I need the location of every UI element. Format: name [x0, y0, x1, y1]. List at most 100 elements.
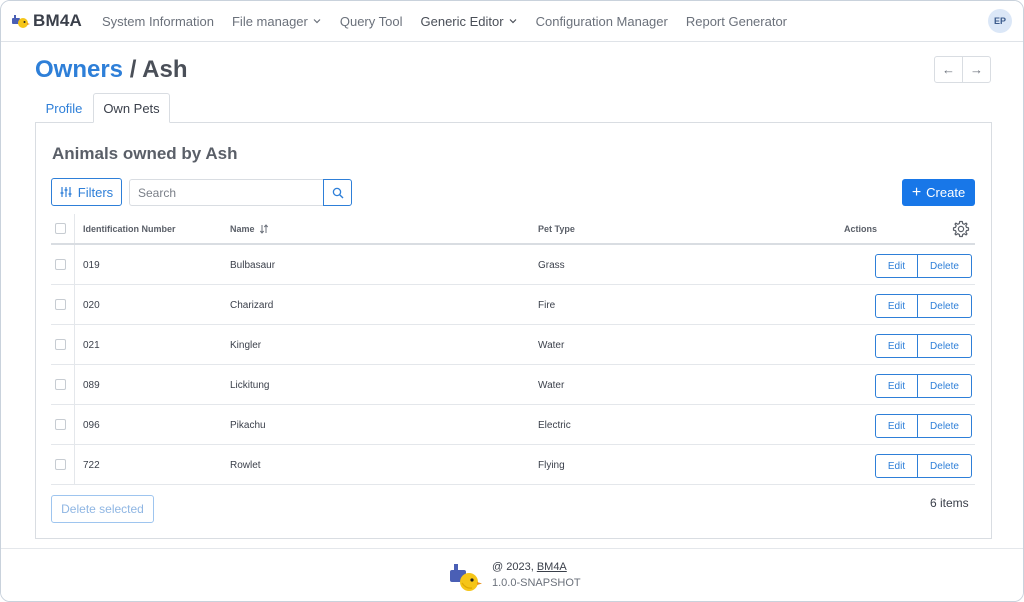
col-pet-type[interactable]: Pet Type: [538, 214, 575, 243]
row-checkbox[interactable]: [55, 419, 66, 430]
row-checkbox[interactable]: [55, 259, 66, 270]
search-icon: [332, 187, 343, 198]
arrow-right-icon: →: [970, 62, 983, 77]
delete-button[interactable]: Delete: [918, 255, 971, 277]
tab-profile[interactable]: Profile: [36, 93, 92, 123]
back-button[interactable]: ←: [935, 57, 962, 82]
cell-name: Charizard: [230, 299, 274, 311]
create-button[interactable]: + Create: [902, 179, 975, 206]
row-actions: Edit Delete: [875, 334, 972, 358]
edit-button[interactable]: Edit: [876, 375, 918, 397]
bm4a-logo-icon: [450, 564, 482, 591]
breadcrumb-separator: /: [123, 56, 143, 83]
delete-button[interactable]: Delete: [918, 375, 971, 397]
breadcrumb-current: Ash: [142, 56, 188, 83]
cell-id: 020: [83, 299, 100, 311]
row-checkbox[interactable]: [55, 379, 66, 390]
cell-id: 089: [83, 379, 100, 391]
edit-button[interactable]: Edit: [876, 335, 918, 357]
nav-system-information[interactable]: System Information: [102, 14, 214, 29]
table-row: 722 Rowlet Flying Edit Delete: [51, 445, 975, 485]
delete-selected-button[interactable]: Delete selected: [51, 495, 154, 523]
column-divider: [74, 445, 75, 484]
table-row: 019 Bulbasaur Grass Edit Delete: [51, 245, 975, 285]
col-name[interactable]: Name: [230, 214, 269, 243]
footer: [1, 548, 1023, 601]
history-navigation: ← →: [934, 56, 991, 83]
filters-label: Filters: [77, 184, 114, 200]
tab-own-pets[interactable]: Own Pets: [93, 93, 170, 123]
cell-id: 096: [83, 419, 100, 431]
footer-brand-link[interactable]: BM4A: [537, 561, 567, 573]
filters-button[interactable]: Filters: [51, 178, 122, 206]
edit-button[interactable]: Edit: [876, 455, 918, 477]
chevron-down-icon: [313, 19, 321, 24]
footer-copyright: @ 2023, BM4A: [492, 561, 567, 573]
items-count: 6 items: [930, 496, 969, 510]
nav-label: Configuration Manager: [535, 13, 668, 29]
col-identification-number[interactable]: Identification Number: [83, 214, 176, 243]
column-divider: [74, 214, 75, 243]
delete-button[interactable]: Delete: [918, 415, 971, 437]
select-all-checkbox[interactable]: [55, 223, 66, 234]
nav-configuration-manager[interactable]: Configuration Manager: [536, 14, 668, 29]
nav-label: Report Generator: [685, 13, 788, 29]
cell-name: Kingler: [230, 339, 262, 351]
forward-button[interactable]: →: [962, 57, 990, 82]
gear-icon[interactable]: [951, 219, 971, 239]
cell-id: 019: [83, 259, 100, 271]
nav-generic-editor[interactable]: Generic Editor: [421, 14, 518, 29]
bm4a-logo-icon: [12, 15, 30, 28]
page-title: Owners / Ash: [35, 56, 188, 84]
nav-label: File manager: [231, 13, 308, 29]
cell-name: Bulbasaur: [230, 259, 276, 271]
app-window: BM4A System Information File manager Que…: [0, 0, 1024, 602]
chevron-down-icon: [509, 19, 517, 24]
cell-pet-type: Flying: [538, 459, 565, 471]
user-avatar[interactable]: EP: [988, 9, 1012, 33]
brand[interactable]: BM4A: [10, 11, 82, 31]
top-navbar: BM4A System Information File manager Que…: [1, 1, 1023, 42]
row-checkbox[interactable]: [55, 459, 66, 470]
edit-button[interactable]: Edit: [876, 415, 918, 437]
section-title: Animals owned by Ash: [52, 144, 238, 163]
column-divider: [74, 285, 75, 324]
search-input[interactable]: [129, 179, 324, 206]
column-divider: [74, 365, 75, 404]
cell-id: 722: [83, 459, 100, 471]
row-checkbox[interactable]: [55, 339, 66, 350]
cell-pet-type: Fire: [538, 299, 556, 311]
search-button[interactable]: [323, 179, 352, 206]
nav-file-manager[interactable]: File manager: [232, 14, 322, 29]
cell-id: 021: [83, 339, 100, 351]
nav-label: System Information: [101, 13, 214, 29]
sort-icon: [259, 223, 268, 234]
row-actions: Edit Delete: [875, 254, 972, 278]
create-label: Create: [926, 185, 966, 200]
table-row: 020 Charizard Fire Edit Delete: [51, 285, 975, 325]
table-header: Identification Number Name Pet Type Acti…: [51, 214, 975, 245]
col-actions: Actions: [844, 223, 878, 234]
cell-name: Rowlet: [230, 459, 261, 471]
column-divider: [74, 325, 75, 364]
nav-query-tool[interactable]: Query Tool: [340, 14, 403, 29]
col-name-label: Name: [230, 223, 255, 234]
breadcrumb-owners-link[interactable]: Owners: [35, 56, 123, 83]
delete-button[interactable]: Delete: [918, 295, 971, 317]
edit-button[interactable]: Edit: [876, 255, 918, 277]
nav-label: Generic Editor: [420, 13, 504, 29]
edit-button[interactable]: Edit: [876, 295, 918, 317]
delete-button[interactable]: Delete: [918, 335, 971, 357]
sliders-icon: [60, 187, 72, 197]
cell-name: Pikachu: [230, 419, 266, 431]
arrow-left-icon: ←: [942, 62, 955, 77]
delete-button[interactable]: Delete: [918, 455, 971, 477]
table-row: 021 Kingler Water Edit Delete: [51, 325, 975, 365]
column-divider: [74, 405, 75, 444]
cell-pet-type: Grass: [538, 259, 565, 271]
cell-name: Lickitung: [230, 379, 270, 391]
row-checkbox[interactable]: [55, 299, 66, 310]
plus-icon: +: [911, 183, 922, 201]
table-row: 089 Lickitung Water Edit Delete: [51, 365, 975, 405]
nav-report-generator[interactable]: Report Generator: [686, 14, 787, 29]
